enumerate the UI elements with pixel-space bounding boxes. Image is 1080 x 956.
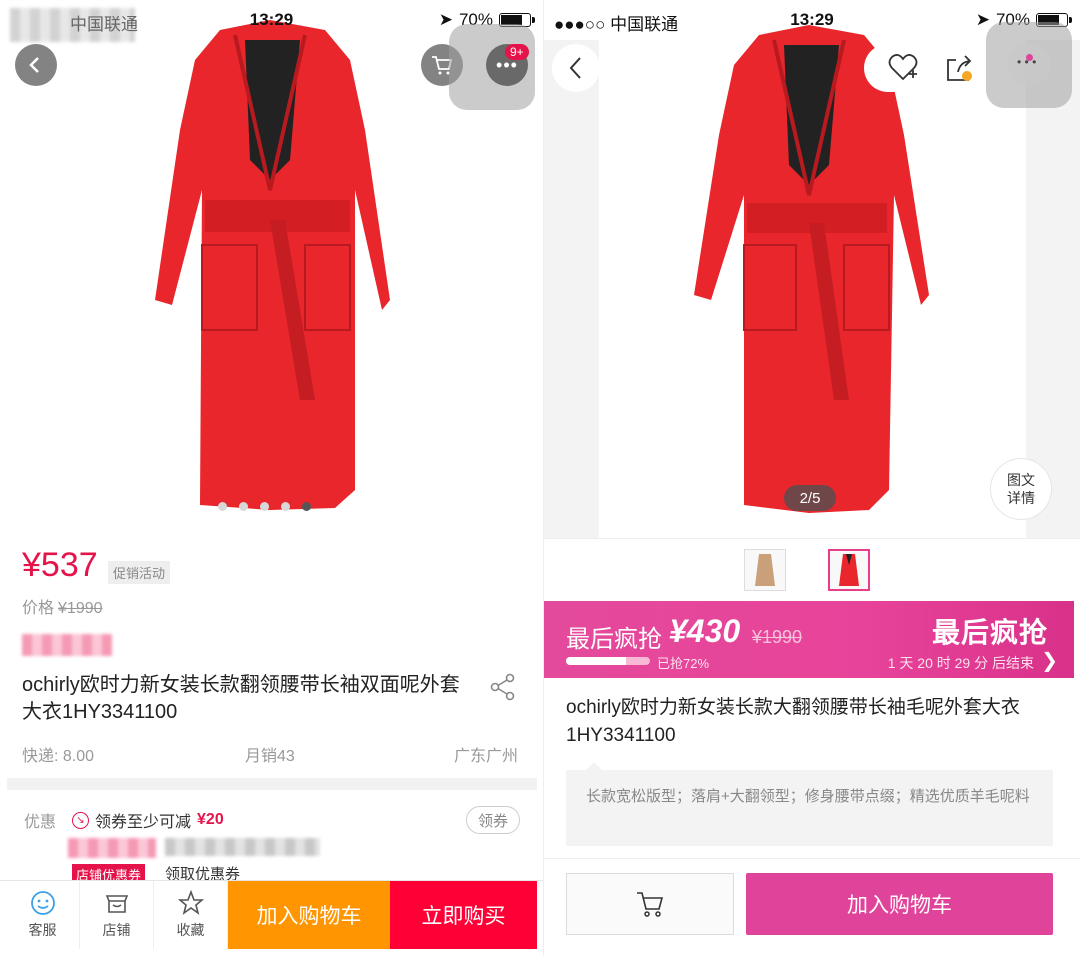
product-title-2: ochirly欧时力新女装长款大翻领腰带长袖毛呢外套大衣1HY3341100 — [566, 697, 1020, 746]
favorite-heart-icon[interactable] — [887, 52, 921, 84]
thumbnail-strip — [544, 538, 1080, 600]
favorite-label: 收藏 — [176, 922, 205, 938]
coupon-icon: ↘ — [72, 811, 89, 829]
shop-label: 店铺 — [102, 922, 131, 938]
location-icon-2: ➤ — [975, 10, 990, 29]
detail-line2: 详情 — [1007, 490, 1035, 506]
buy-now-button[interactable]: 立即购买 — [390, 881, 537, 949]
coupon-label: 优惠 — [24, 814, 57, 831]
back-arrow-icon-2 — [569, 57, 581, 79]
left-screen: 中国联通 13:29 ➤ 70% ••• 9+ ¥537 促销活动 价格 ¥199… — [0, 0, 543, 956]
gallery-dot-active[interactable] — [302, 502, 311, 511]
product-description: 长款宽松版型；落肩+大翻领型；修身腰带点缀；精选优质羊毛呢料 — [566, 762, 1053, 846]
section-divider — [7, 778, 537, 790]
coupon-info: ↘ 领券至少可减 ¥20 — [72, 808, 224, 832]
blurred-coupon-a — [68, 838, 156, 858]
favorite-tab[interactable]: 收藏 — [154, 881, 228, 949]
ship-location: 广东广州 — [454, 748, 519, 765]
detail-button[interactable]: 图文 详情 — [990, 458, 1052, 520]
back-button-2[interactable] — [552, 44, 600, 92]
service-label: 客服 — [28, 922, 57, 938]
blurred-tag — [22, 634, 112, 656]
thumb-coat-red — [839, 554, 859, 586]
gallery-dots — [218, 502, 311, 511]
cart-badge: 9+ — [505, 44, 529, 60]
share-icon[interactable] — [488, 672, 518, 702]
flash-sale-banner[interactable]: 最后疯抢 ¥430 ¥1990 已抢72% 最后疯抢 1 天 20 时 29 分… — [544, 601, 1074, 678]
gallery-dot[interactable] — [218, 502, 227, 511]
shipping-fee: 快递: 8.00 — [22, 748, 95, 765]
gallery-edge-left — [544, 40, 599, 538]
cart-icon-2 — [637, 892, 664, 917]
coupon-amount: ¥20 — [197, 811, 224, 828]
original-price-label: 价格 — [22, 600, 55, 617]
blurred-coupon-b — [165, 838, 320, 856]
thumbnail[interactable] — [744, 549, 786, 591]
page-indicator: 2/5 — [784, 485, 836, 511]
more-button-2[interactable]: • • • — [1007, 43, 1051, 87]
right-screen: 2/5 图文 详情 ●●●○○ 中国联通 13:29 ➤ 70% • • • 最… — [543, 0, 1080, 956]
detail-line1: 图文 — [1007, 472, 1035, 488]
grabbed-percent: 已抢72% — [657, 656, 710, 671]
coat-image-2 — [694, 25, 929, 513]
shop-tab[interactable]: 店铺 — [80, 881, 154, 949]
original-price: ¥1990 — [58, 600, 103, 617]
monthly-sales: 月销43 — [245, 748, 295, 765]
thumb-coat-camel — [755, 554, 775, 586]
bottom-action-bar-2: 加入购物车 — [544, 858, 1080, 956]
bottom-action-bar: 客服 店铺 收藏 加入购物车 立即购买 — [0, 880, 543, 956]
star-icon — [177, 890, 204, 915]
get-coupon-button[interactable]: 领券 — [466, 806, 520, 834]
gallery-dot[interactable] — [281, 502, 290, 511]
gallery-dot[interactable] — [239, 502, 248, 511]
product-title: ochirly欧时力新女装长款翻领腰带长袖双面呢外套大衣1HY3341100 — [22, 674, 460, 723]
flash-price: ¥430 — [669, 613, 741, 649]
add-to-cart-button-2[interactable]: 加入购物车 — [746, 873, 1053, 935]
coupon-text: 领券至少可减 — [95, 814, 192, 831]
product-price: ¥537 — [22, 546, 98, 584]
cart-icon-button[interactable] — [566, 873, 734, 935]
sold-progress-bar — [566, 657, 650, 665]
share-icon-2[interactable] — [944, 52, 978, 84]
back-button[interactable] — [15, 44, 57, 86]
back-arrow-icon — [29, 57, 39, 73]
gallery-dot[interactable] — [260, 502, 269, 511]
flash-big-title: 最后疯抢 — [931, 617, 1048, 648]
add-to-cart-button[interactable]: 加入购物车 — [228, 881, 390, 949]
original-price-row: 价格 ¥1990 — [22, 594, 103, 618]
notification-dot — [1026, 54, 1033, 61]
promo-tag[interactable]: 促销活动 — [108, 561, 171, 584]
service-icon — [30, 891, 55, 915]
coat-image — [155, 20, 390, 510]
countdown-text: 1 天 20 时 29 分 后结束 — [887, 655, 1034, 671]
customer-service-tab[interactable]: 客服 — [6, 881, 80, 949]
flash-original-price: ¥1990 — [752, 627, 803, 647]
top-action-pill — [864, 44, 1004, 92]
chevron-right-icon: ❯ — [1041, 650, 1058, 672]
flash-label: 最后疯抢 — [566, 626, 662, 653]
shop-icon — [105, 895, 128, 913]
thumbnail-selected[interactable] — [828, 549, 870, 591]
location-icon: ➤ — [438, 10, 453, 29]
sold-progress-fill — [566, 657, 627, 665]
